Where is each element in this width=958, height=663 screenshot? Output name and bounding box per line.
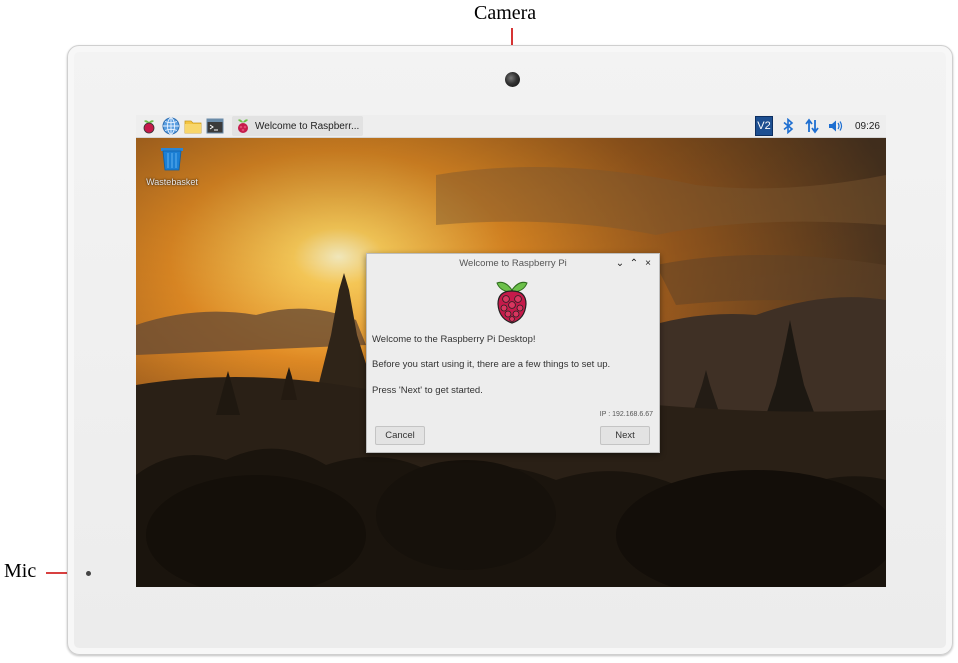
- minimize-button[interactable]: ⌄: [613, 256, 627, 272]
- raspberry-pi-logo-icon: [496, 281, 528, 324]
- display-screen: Welcome to Raspberr... V2 09:26 Wastebas…: [136, 115, 886, 587]
- dialog-setup-text: Before you start using it, there are a f…: [372, 359, 611, 370]
- raspberry-icon: [234, 117, 252, 135]
- web-browser-globe-icon[interactable]: [162, 117, 180, 135]
- microphone-hole: [86, 571, 91, 576]
- taskbar-task-welcome[interactable]: Welcome to Raspberr...: [232, 116, 364, 136]
- close-button[interactable]: ×: [641, 256, 655, 272]
- dialog-instruction-text: Press 'Next' to get started.: [372, 385, 483, 396]
- vnc-icon-badge: V2: [754, 116, 773, 136]
- window-controls: ⌄ ⌃ ×: [613, 256, 655, 272]
- vnc-icon[interactable]: V2: [754, 116, 773, 136]
- terminal-icon[interactable]: [206, 117, 224, 135]
- taskbar-task-label: Welcome to Raspberr...: [255, 120, 360, 132]
- volume-icon[interactable]: [827, 117, 845, 135]
- network-transfer-icon[interactable]: [803, 117, 821, 135]
- wastebasket-icon: [161, 148, 183, 171]
- welcome-dialog: Welcome to Raspberry Pi ⌄ ⌃ × Welcome to…: [366, 253, 660, 453]
- desktop-icon-label: Wastebasket: [146, 177, 198, 187]
- next-button[interactable]: Next: [600, 426, 650, 445]
- bluetooth-icon[interactable]: [779, 117, 797, 135]
- file-manager-folder-icon[interactable]: [184, 117, 202, 135]
- dialog-welcome-text: Welcome to the Raspberry Pi Desktop!: [372, 334, 536, 345]
- desktop-icon-wastebasket[interactable]: Wastebasket: [142, 145, 202, 187]
- taskbar: Welcome to Raspberr... V2 09:26: [136, 115, 886, 138]
- front-camera: [505, 72, 520, 87]
- ip-address-text: IP : 192.168.6.67: [599, 411, 653, 418]
- maximize-button[interactable]: ⌃: [627, 256, 641, 272]
- raspberry-menu-icon[interactable]: [140, 117, 158, 135]
- system-tray: V2 09:26: [749, 115, 880, 137]
- clock[interactable]: 09:26: [855, 121, 880, 132]
- cancel-button[interactable]: Cancel: [375, 426, 425, 445]
